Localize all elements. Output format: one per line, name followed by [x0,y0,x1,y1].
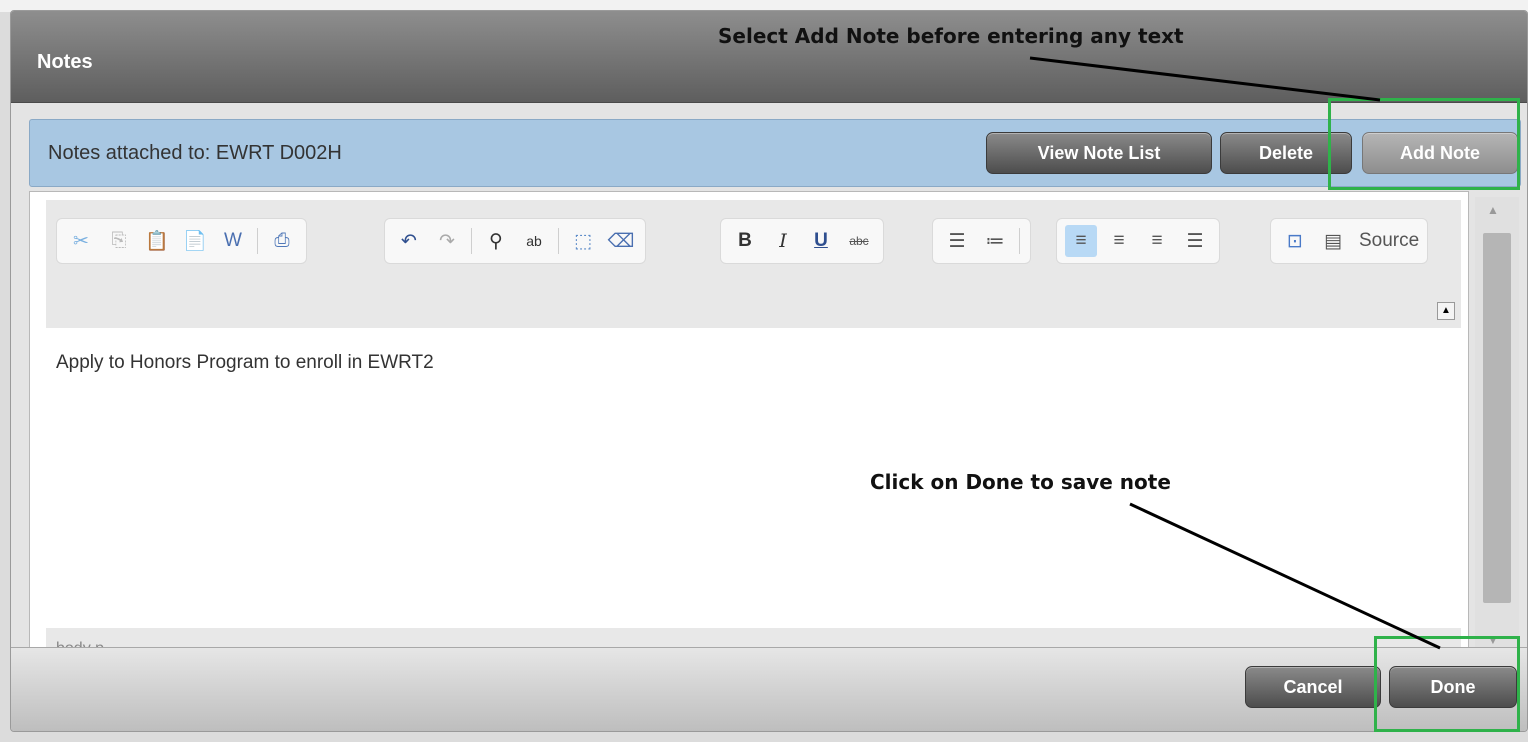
toolbar-separator [1019,228,1020,254]
replace-icon[interactable]: ab [518,225,550,257]
strikethrough-icon[interactable]: abc [843,225,875,257]
print-icon[interactable]: ⎙ [266,225,298,257]
editor-mini-scroll-up-icon[interactable]: ▲ [1437,302,1455,320]
toolbar-separator [471,228,472,254]
notes-attached-label: Notes attached to: EWRT D002H [48,142,342,164]
cut-icon[interactable]: ✂ [65,225,97,257]
done-highlight-box [1374,636,1520,732]
scroll-up-icon[interactable]: ▲ [1487,203,1499,217]
undo-icon[interactable]: ↶ [393,225,425,257]
toolbar-separator [257,228,258,254]
paste-text-icon[interactable]: 📄 [179,225,211,257]
italic-icon[interactable]: I [767,225,799,257]
find-icon[interactable]: ⚲ [480,225,512,257]
source-button-label[interactable]: Source [1355,230,1419,252]
toolbar-group-document: ⊡ ▤ Source [1270,218,1429,264]
toolbar-group-editing: ↶ ↷ ⚲ ab ⬚ ⌫ [384,218,646,264]
rich-text-editor: ✂ ⎘ 📋 📄 W ⎙ ↶ ↷ ⚲ ab ⬚ ⌫ B I U abc ☰ ≔ ≡… [29,191,1469,658]
toolbar-group-alignment: ≡ ≡ ≡ ☰ [1056,218,1220,264]
align-left-icon[interactable]: ≡ [1065,225,1097,257]
toolbar-group-basic-styles: B I U abc [720,218,884,264]
view-note-list-button[interactable]: View Note List [986,132,1212,174]
dialog-title: Notes [37,51,93,73]
dialog-scrollbar[interactable]: ▲ ▼ [1475,197,1519,653]
notes-dialog: Notes Notes attached to: EWRT D002H View… [10,10,1528,732]
cancel-button[interactable]: Cancel [1245,666,1381,708]
justify-icon[interactable]: ☰ [1179,225,1211,257]
toolbar-group-lists: ☰ ≔ [932,218,1031,264]
redo-icon[interactable]: ↷ [431,225,463,257]
underline-icon[interactable]: U [805,225,837,257]
toolbar-group-clipboard: ✂ ⎘ 📋 📄 W ⎙ [56,218,307,264]
source-icon[interactable]: ▤ [1317,225,1349,257]
toolbar-separator [558,228,559,254]
scroll-thumb[interactable] [1483,233,1511,603]
align-right-icon[interactable]: ≡ [1141,225,1173,257]
select-all-icon[interactable]: ⬚ [567,225,599,257]
bulleted-list-icon[interactable]: ≔ [979,225,1011,257]
annotation-add-note: Select Add Note before entering any text [718,24,1184,48]
dialog-footer: Cancel Done [11,647,1527,731]
paste-icon[interactable]: 📋 [141,225,173,257]
paste-word-icon[interactable]: W [217,225,249,257]
editor-toolbar: ✂ ⎘ 📋 📄 W ⎙ ↶ ↷ ⚲ ab ⬚ ⌫ B I U abc ☰ ≔ ≡… [46,200,1461,328]
remove-format-icon[interactable]: ⌫ [605,225,637,257]
notes-header-bar: Notes attached to: EWRT D002H View Note … [29,119,1521,187]
editor-content-area[interactable]: Apply to Honors Program to enroll in EWR… [46,328,1461,628]
note-text: Apply to Honors Program to enroll in EWR… [56,352,434,373]
bold-icon[interactable]: B [729,225,761,257]
add-note-highlight-box [1328,98,1520,190]
maximize-icon[interactable]: ⊡ [1279,225,1311,257]
annotation-done: Click on Done to save note [870,470,1171,494]
align-center-icon[interactable]: ≡ [1103,225,1135,257]
copy-icon[interactable]: ⎘ [103,225,135,257]
numbered-list-icon[interactable]: ☰ [941,225,973,257]
